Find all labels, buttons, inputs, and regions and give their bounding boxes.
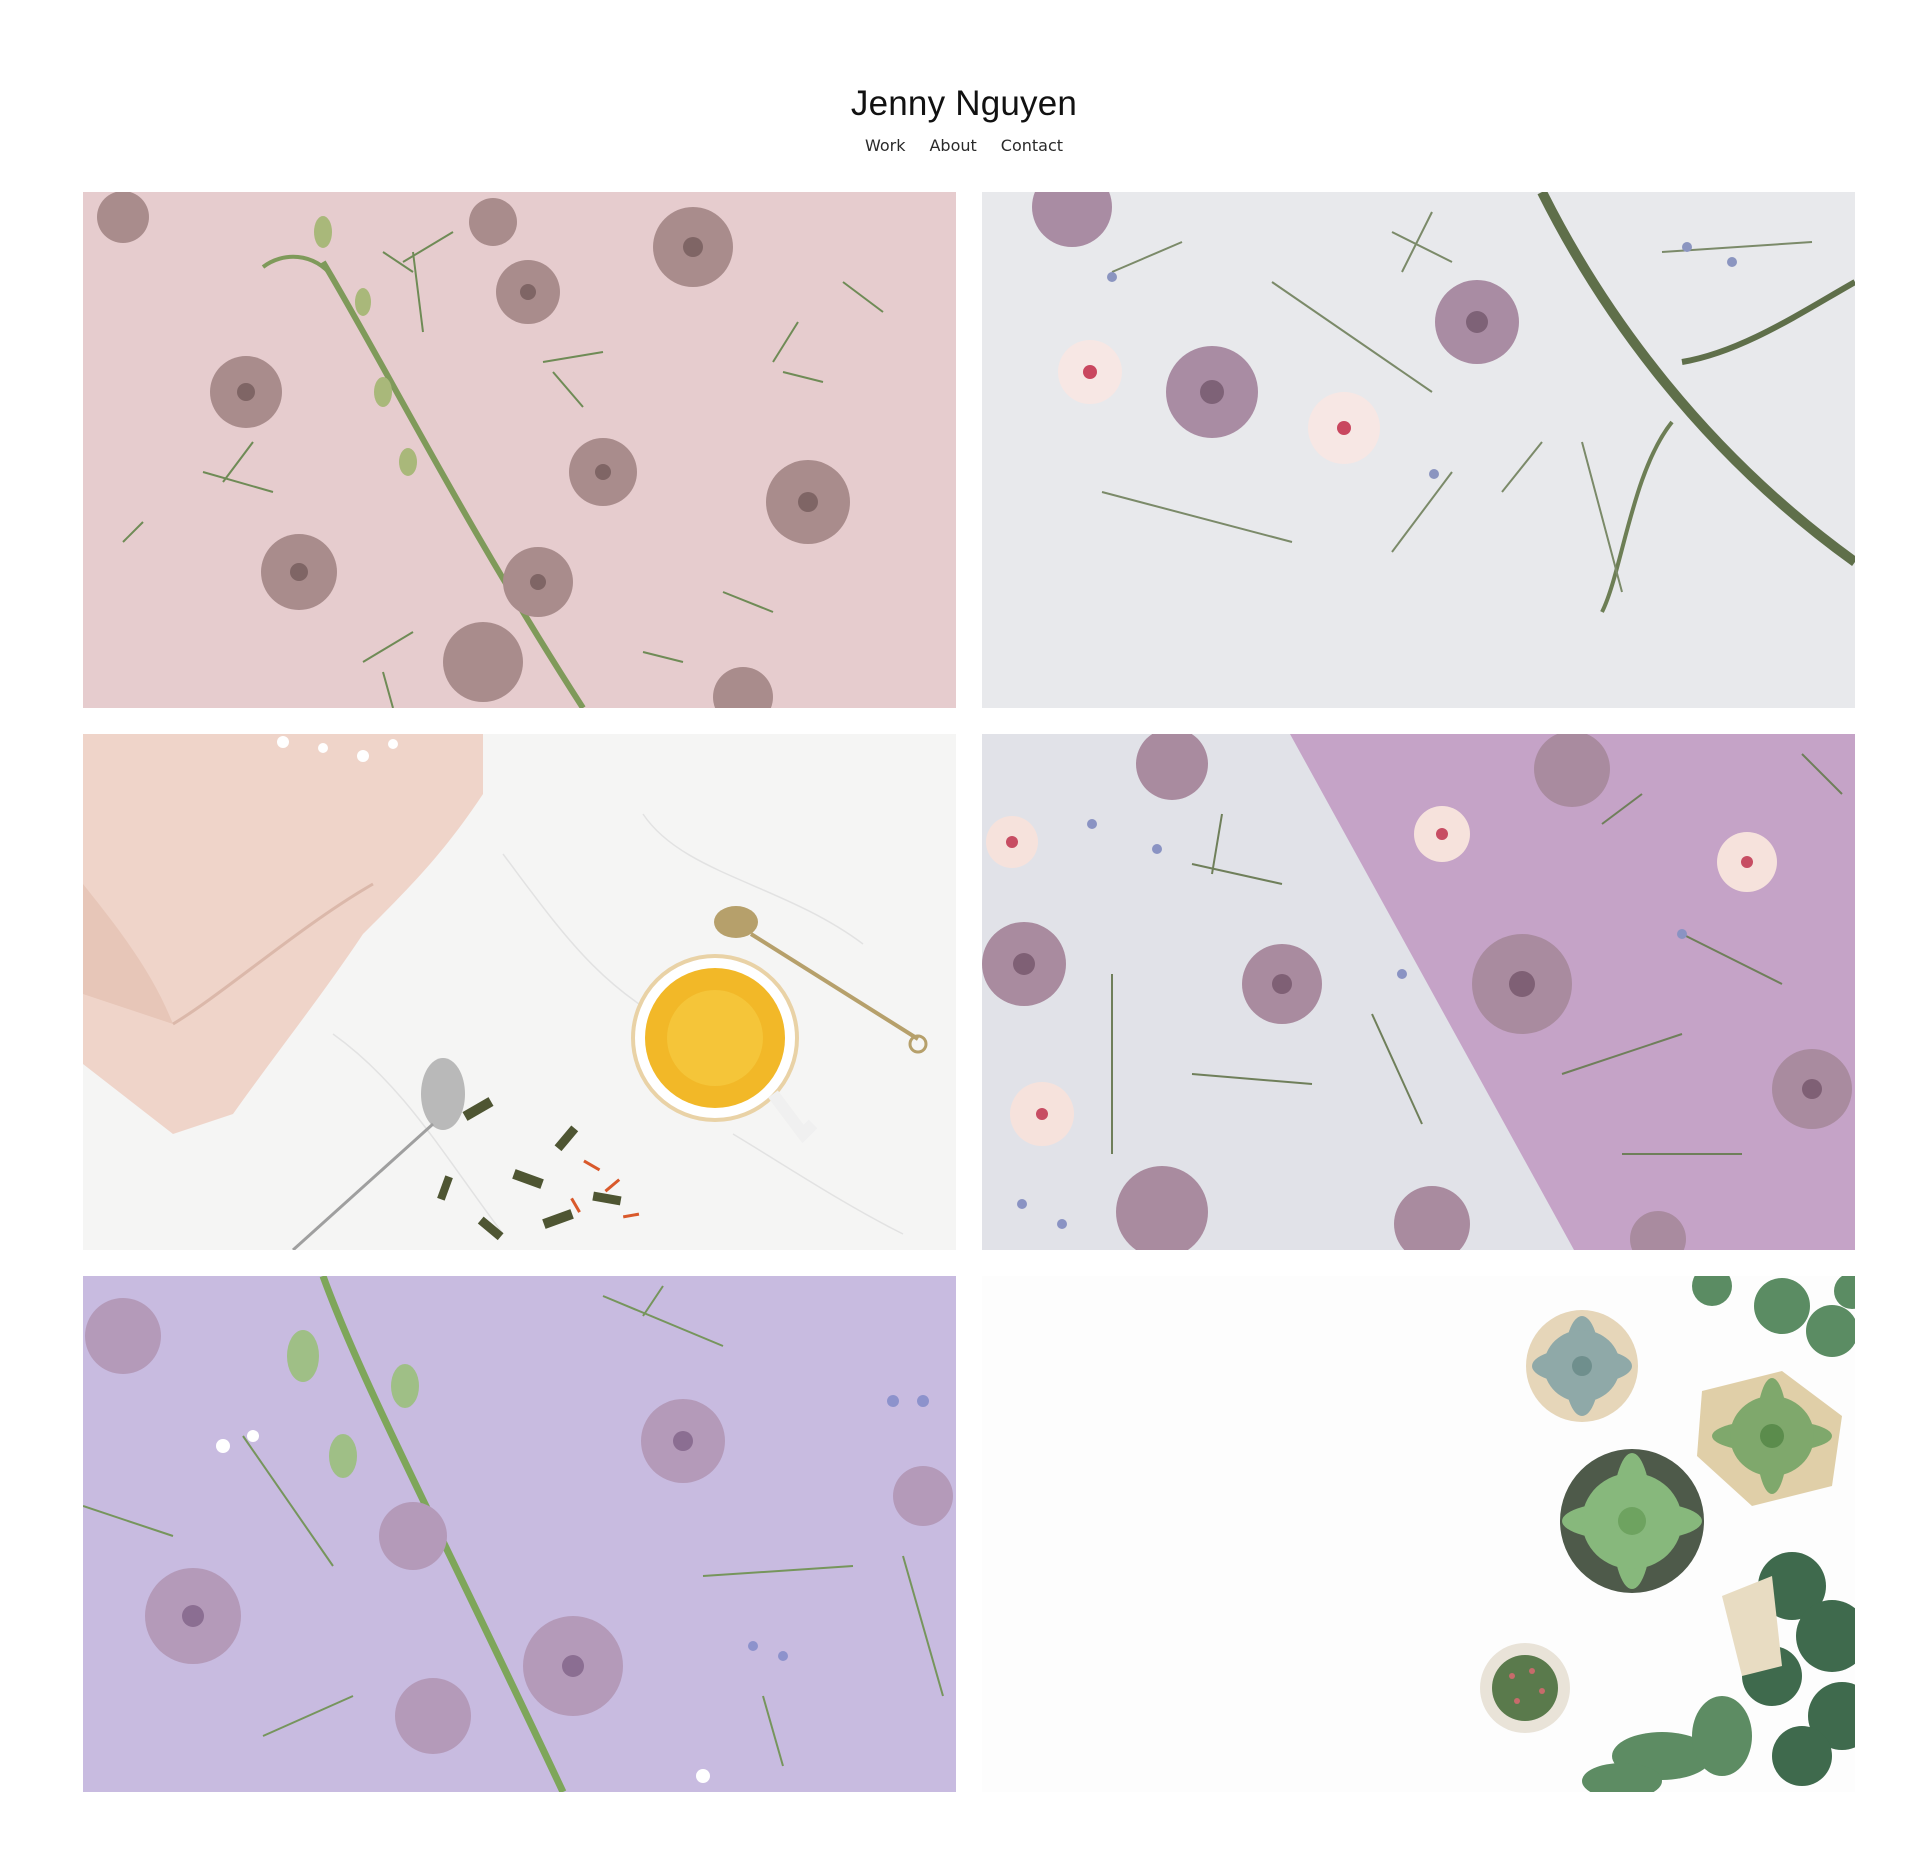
gallery-item-succulents[interactable] <box>982 1276 1855 1792</box>
gallery-item-pink-flowers[interactable] <box>83 192 956 708</box>
gallery-item-lavender-flowers[interactable] <box>83 1276 956 1792</box>
lavender-flowers-image <box>83 1276 956 1792</box>
nav-link-about[interactable]: About <box>929 135 976 157</box>
portfolio-gallery <box>83 192 1855 1792</box>
nav-link-work[interactable]: Work <box>865 135 906 157</box>
succulents-image <box>982 1276 1855 1792</box>
site-title[interactable]: Jenny Nguyen <box>0 84 1928 124</box>
gallery-item-tea-cup[interactable] <box>83 734 956 1250</box>
gallery-item-grey-flowers[interactable] <box>982 192 1855 708</box>
main-nav: Work About Contact <box>0 135 1928 157</box>
grey-flowers-image <box>982 192 1855 708</box>
split-flowers-image <box>982 734 1855 1250</box>
nav-link-contact[interactable]: Contact <box>1001 135 1063 157</box>
pink-flowers-image <box>83 192 956 708</box>
site-header: Jenny Nguyen Work About Contact <box>0 0 1928 170</box>
gallery-item-split-flowers[interactable] <box>982 734 1855 1250</box>
tea-cup-image <box>83 734 956 1250</box>
